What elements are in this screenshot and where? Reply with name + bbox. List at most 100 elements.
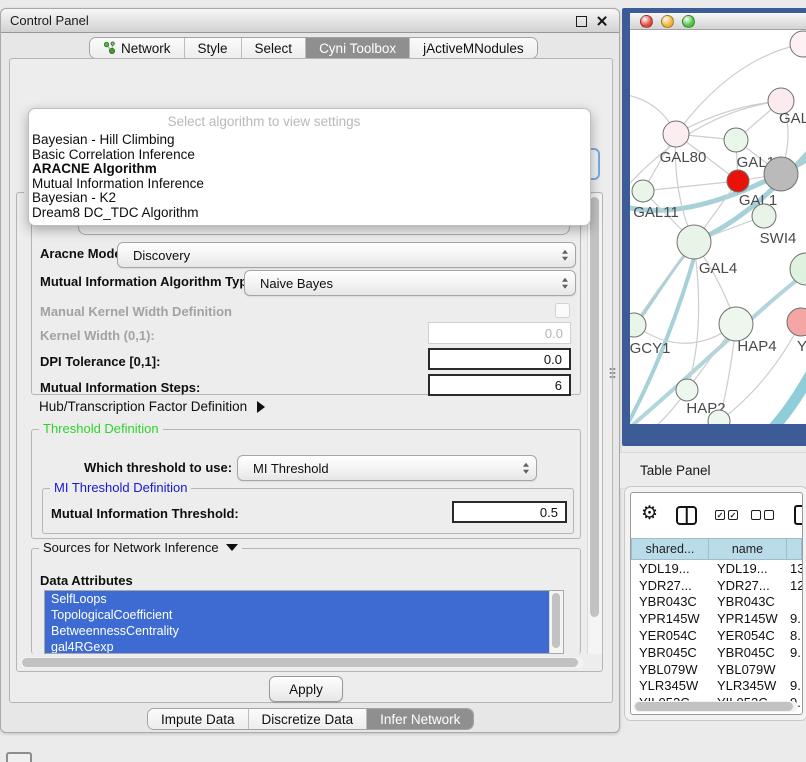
algorithm-option-bayesian-hill-climbing[interactable]: Bayesian - Hill Climbing [29, 133, 590, 148]
column-header-name[interactable]: name [709, 538, 787, 560]
deselect-checkbox-icon[interactable] [751, 510, 761, 520]
page-icon[interactable] [794, 505, 803, 525]
network-node-gal80[interactable] [663, 121, 689, 147]
network-node-gcy1[interactable] [630, 313, 646, 337]
sources-group-title[interactable]: Sources for Network Inference [39, 540, 242, 555]
network-node-hap4[interactable] [719, 307, 753, 341]
table-cell: YLR345W [709, 678, 787, 693]
aracne-mode-select[interactable]: Discovery [117, 242, 576, 268]
attribute-item-selfloops[interactable]: SelfLoops [45, 591, 549, 607]
attribute-item-betweennesscentrality[interactable]: BetweennessCentrality [45, 623, 549, 639]
algorithm-option-aracne-algorithm[interactable]: ARACNE Algorithm [29, 162, 590, 177]
network-node-label: GCY1 [630, 340, 670, 357]
tab-select[interactable]: Select [242, 38, 306, 58]
table-header-row: shared...name [631, 538, 802, 560]
table-row[interactable]: YBL079WYBL079W [631, 661, 802, 678]
network-view-window: GALGAL80GAL10GAL1GAL11SWI4GAL4GCY1HAP4YH… [630, 13, 806, 424]
settings-vertical-scrollbar[interactable] [587, 194, 602, 654]
network-node[interactable] [790, 253, 806, 285]
mi-steps-field[interactable]: 6 [428, 374, 571, 396]
table-row[interactable]: YBR045CYBR045C9. [631, 644, 802, 661]
table-cell: YBR043C [631, 594, 709, 609]
manual-kernel-width-checkbox[interactable] [555, 303, 570, 318]
network-node-label: GAL11 [633, 204, 679, 221]
network-node-swi4[interactable] [752, 204, 776, 228]
attribute-item-topologicalcoefficient[interactable]: TopologicalCoefficient [45, 607, 549, 623]
apply-button[interactable]: Apply [269, 676, 343, 702]
deselect-checkbox-icon-2[interactable] [764, 510, 774, 520]
dpi-tolerance-field[interactable]: 0.0 [428, 348, 571, 370]
tab-label: jActiveMNodules [423, 41, 524, 56]
gear-icon[interactable]: ⚙ [641, 502, 658, 525]
table-cell: 8. [787, 628, 802, 643]
data-attributes-label: Data Attributes [40, 571, 133, 589]
table-cell: 12 [787, 578, 802, 593]
column-header-shared-[interactable]: shared... [631, 538, 709, 560]
which-threshold-label: Which threshold to use: [84, 458, 232, 476]
network-node[interactable] [790, 31, 806, 57]
float-window-icon[interactable] [576, 16, 587, 27]
settings-horizontal-scrollbar[interactable] [20, 657, 584, 668]
hub-definition-label: Hub/Transcription Factor Definition [39, 399, 247, 414]
select-all-checkbox-icon-2[interactable]: ✓ [728, 510, 738, 520]
table-row[interactable]: YER054CYER054C8. [631, 627, 802, 644]
settings-vertical-scrollbar-thumb[interactable] [590, 197, 599, 617]
table-row[interactable]: YPR145WYPR145W9. [631, 610, 802, 627]
table-cell: YBL079W [631, 662, 709, 677]
data-attributes-list[interactable]: SelfLoopsTopologicalCoefficientBetweenne… [44, 590, 564, 654]
network-node-gal4[interactable] [677, 225, 711, 259]
table-cell: YLR345W [631, 678, 709, 693]
select-all-checkbox-icon[interactable]: ✓ [715, 510, 725, 520]
table-row[interactable]: YDL19...YDL19...13 [631, 560, 802, 577]
close-icon[interactable] [596, 15, 608, 27]
network-node-y[interactable] [787, 308, 806, 336]
tab-infer-network[interactable]: Infer Network [367, 709, 473, 729]
settings-horizontal-scrollbar-thumb[interactable] [22, 658, 578, 667]
column-header-extra[interactable] [787, 538, 802, 560]
kernel-width-field[interactable]: 0.0 [428, 322, 571, 344]
network-canvas[interactable]: GALGAL80GAL10GAL1GAL11SWI4GAL4GCY1HAP4YH… [630, 30, 806, 424]
table-horizontal-scrollbar[interactable] [633, 701, 798, 712]
attribute-list-scrollbar-thumb[interactable] [552, 593, 560, 648]
table-horizontal-scrollbar-thumb[interactable] [635, 702, 793, 711]
hub-definition-expander[interactable]: Hub/Transcription Factor Definition [39, 399, 265, 414]
algorithm-option-basic-correlation-inference[interactable]: Basic Correlation Inference [29, 148, 590, 163]
which-threshold-select[interactable]: MI Threshold [237, 455, 537, 481]
table-row[interactable]: YLR345WYLR345W9. [631, 678, 802, 695]
tab-discretize-data[interactable]: Discretize Data [249, 709, 367, 729]
tab-impute-data[interactable]: Impute Data [148, 709, 248, 729]
zoom-traffic-light[interactable] [682, 15, 695, 28]
network-node-gal10[interactable] [724, 128, 748, 152]
mi-threshold-field[interactable]: 0.5 [452, 501, 567, 523]
algorithm-option-bayesian-k2[interactable]: Bayesian - K2 [29, 191, 590, 206]
panel-splitter-handle[interactable] [609, 367, 616, 379]
table-panel-title: Table Panel [640, 463, 711, 478]
threshold-definition-group: Threshold Definition Which threshold to … [31, 429, 581, 539]
mi-algorithm-type-select[interactable]: Naive Bayes [244, 270, 576, 296]
network-node[interactable] [764, 157, 798, 191]
algorithm-dropdown-placeholder: Select algorithm to view settings [29, 114, 499, 129]
tab-label: Discretize Data [262, 712, 354, 727]
table-cell: YER054C [631, 628, 709, 643]
split-columns-icon[interactable] [676, 506, 697, 525]
cyni-toolbox-panel: Select algorithm to view settings Bayesi… [9, 58, 613, 703]
network-node-gal1[interactable] [727, 170, 749, 192]
network-node-gal11[interactable] [632, 180, 654, 202]
table-row[interactable]: YDR27...YDR27...12 [631, 577, 802, 594]
minimize-traffic-light[interactable] [661, 15, 674, 28]
tab-cyni-toolbox[interactable]: Cyni Toolbox [306, 38, 409, 58]
partial-dock-button[interactable] [6, 752, 32, 762]
close-traffic-light[interactable] [640, 15, 653, 28]
network-view-frame: GALGAL80GAL10GAL1GAL11SWI4GAL4GCY1HAP4YH… [622, 8, 806, 446]
tab-network[interactable]: Network [90, 38, 184, 58]
table-row[interactable]: YBR043CYBR043C [631, 594, 802, 611]
algorithm-option-dream8-dc-tdc-algorithm[interactable]: Dream8 DC_TDC Algorithm [29, 206, 590, 221]
network-node-label: GAL4 [699, 260, 737, 277]
attribute-item-gal4rgexp[interactable]: gal4RGexp [45, 639, 549, 654]
tab-style[interactable]: Style [185, 38, 241, 58]
table-rows: YDL19...YDL19...13YDR27...YDR27...12YBR0… [631, 560, 802, 714]
network-node-hap2[interactable] [676, 379, 698, 401]
attribute-list-scrollbar[interactable] [549, 591, 563, 654]
tab-jactivemnodules[interactable]: jActiveMNodules [410, 38, 537, 58]
algorithm-option-mutual-information-inference[interactable]: Mutual Information Inference [29, 177, 590, 192]
